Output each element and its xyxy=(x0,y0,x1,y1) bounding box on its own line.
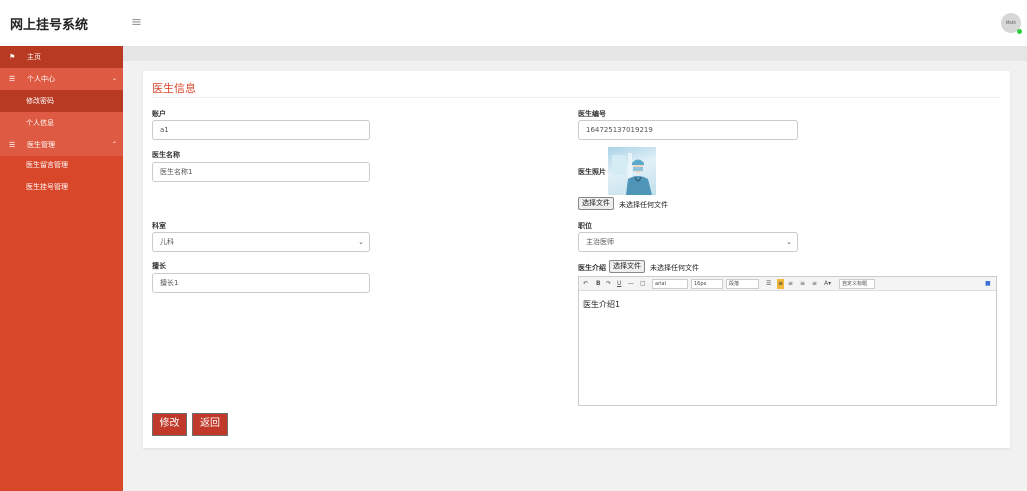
custom-title-select[interactable]: 自定义标题 xyxy=(839,279,875,289)
sidebar-item-doctor-registrations[interactable]: 医生挂号管理 xyxy=(0,176,123,198)
font-color-icon[interactable]: A▾ xyxy=(824,279,831,289)
intro-label: 医生介绍 xyxy=(578,264,606,272)
specialty-input[interactable]: 擅长1 xyxy=(152,273,370,293)
rich-text-editor[interactable]: ↶ B ↷ U — ▢ arial 16px 段落 ☰ ≡ ≡ ≡ ≡ A▾ 自… xyxy=(578,276,997,406)
list-icon: ☰ xyxy=(9,141,16,149)
sidebar-item-doctor-management[interactable]: ☰ 医生管理 ⌃ xyxy=(0,134,123,156)
sidebar-item-label: 医生管理 xyxy=(27,141,55,149)
chevron-down-icon: ⌄ xyxy=(112,75,118,82)
chevron-down-icon: ⌄ xyxy=(358,238,364,246)
bold-icon[interactable]: B xyxy=(596,279,601,289)
chevron-up-icon: ⌃ xyxy=(112,141,118,148)
editor-toolbar: ↶ B ↷ U — ▢ arial 16px 段落 ☰ ≡ ≡ ≡ ≡ A▾ 自… xyxy=(579,277,996,291)
sidebar-item-home[interactable]: ⚑ 主页 xyxy=(0,46,123,68)
sidebar-item-label: 主页 xyxy=(27,53,41,61)
sidebar-item-label: 个人中心 xyxy=(27,75,55,83)
doctor-name-label: 医生名称 xyxy=(152,151,180,159)
doctor-no-input[interactable]: 1647251370192​19 xyxy=(578,120,798,140)
top-bar: 网上挂号系统 ≡ Math xyxy=(0,0,1027,46)
title-divider xyxy=(152,97,1000,98)
list-icon[interactable]: ☰ xyxy=(766,279,771,289)
doctor-info-card: 医生信息 账户 a1 医生名称 医生名称1 科室 儿科 ⌄ 擅长 擅长1 医生编… xyxy=(143,71,1010,448)
sidebar-item-personal-info[interactable]: 个人信息 xyxy=(0,112,123,134)
photo-file-status: 未选择任何文件 xyxy=(619,201,668,209)
content-header-strip xyxy=(123,46,1027,61)
position-select[interactable]: 主治医师 ⌄ xyxy=(578,232,798,252)
sidebar: ⚑ 主页 ☰ 个人中心 ⌄ 修改密码 个人信息 ☰ 医生管理 ⌃ 医生留言管理 … xyxy=(0,46,123,491)
intro-file-status: 未选择任何文件 xyxy=(650,264,699,272)
undo-icon[interactable]: ↶ xyxy=(583,279,588,289)
justify-icon[interactable]: ≡ xyxy=(812,279,817,289)
clear-format-icon[interactable]: ▢ xyxy=(640,279,646,289)
chevron-down-icon: ⌄ xyxy=(786,238,792,246)
editor-content[interactable]: 医生介绍1 xyxy=(583,299,620,310)
source-code-icon[interactable]: ■ xyxy=(985,279,991,289)
photo-choose-file-button[interactable]: 选择文件 xyxy=(578,197,614,210)
account-input[interactable]: a1 xyxy=(152,120,370,140)
align-left-icon[interactable]: ≡ xyxy=(777,279,785,289)
flag-icon: ⚑ xyxy=(9,53,16,61)
app-title: 网上挂号系统 xyxy=(10,18,89,33)
redo-icon[interactable]: ↷ xyxy=(606,279,611,289)
back-button[interactable]: 返回 xyxy=(192,413,228,436)
align-center-icon[interactable]: ≡ xyxy=(788,279,793,289)
doctor-no-label: 医生编号 xyxy=(578,110,606,118)
sidebar-item-label: 医生留言管理 xyxy=(26,161,68,169)
department-label: 科室 xyxy=(152,222,166,230)
sidebar-item-label: 修改密码 xyxy=(26,97,54,105)
sidebar-item-label: 医生挂号管理 xyxy=(26,183,68,191)
paragraph-select[interactable]: 段落 xyxy=(726,279,759,289)
doctor-photo-image xyxy=(608,147,656,195)
font-size-select[interactable]: 16px xyxy=(691,279,723,289)
position-value: 主治医师 xyxy=(586,238,614,246)
intro-choose-file-button[interactable]: 选择文件 xyxy=(609,260,645,273)
doctor-name-input[interactable]: 医生名称1 xyxy=(152,162,370,182)
doctor-photo-label: 医生照片 xyxy=(578,168,606,176)
position-label: 职位 xyxy=(578,222,592,230)
department-select[interactable]: 儿科 ⌄ xyxy=(152,232,370,252)
modify-button[interactable]: 修改 xyxy=(152,413,187,436)
sidebar-item-label: 个人信息 xyxy=(26,119,54,127)
page-title: 医生信息 xyxy=(152,82,196,95)
specialty-label: 擅长 xyxy=(152,262,166,270)
list-icon: ☰ xyxy=(9,75,16,83)
account-label: 账户 xyxy=(152,110,166,118)
horizontal-rule-icon[interactable]: — xyxy=(628,279,634,289)
sidebar-item-change-password[interactable]: 修改密码 xyxy=(0,90,123,112)
sidebar-item-personal-center[interactable]: ☰ 个人中心 ⌄ xyxy=(0,68,123,90)
department-value: 儿科 xyxy=(160,238,174,246)
sidebar-item-doctor-messages[interactable]: 医生留言管理 xyxy=(0,154,123,176)
underline-icon[interactable]: U xyxy=(617,279,621,289)
font-family-select[interactable]: arial xyxy=(652,279,688,289)
menu-toggle-icon[interactable]: ≡ xyxy=(131,16,142,29)
align-right-icon[interactable]: ≡ xyxy=(800,279,805,289)
online-status-dot xyxy=(1017,29,1022,34)
doctor-portrait-icon xyxy=(612,153,652,195)
